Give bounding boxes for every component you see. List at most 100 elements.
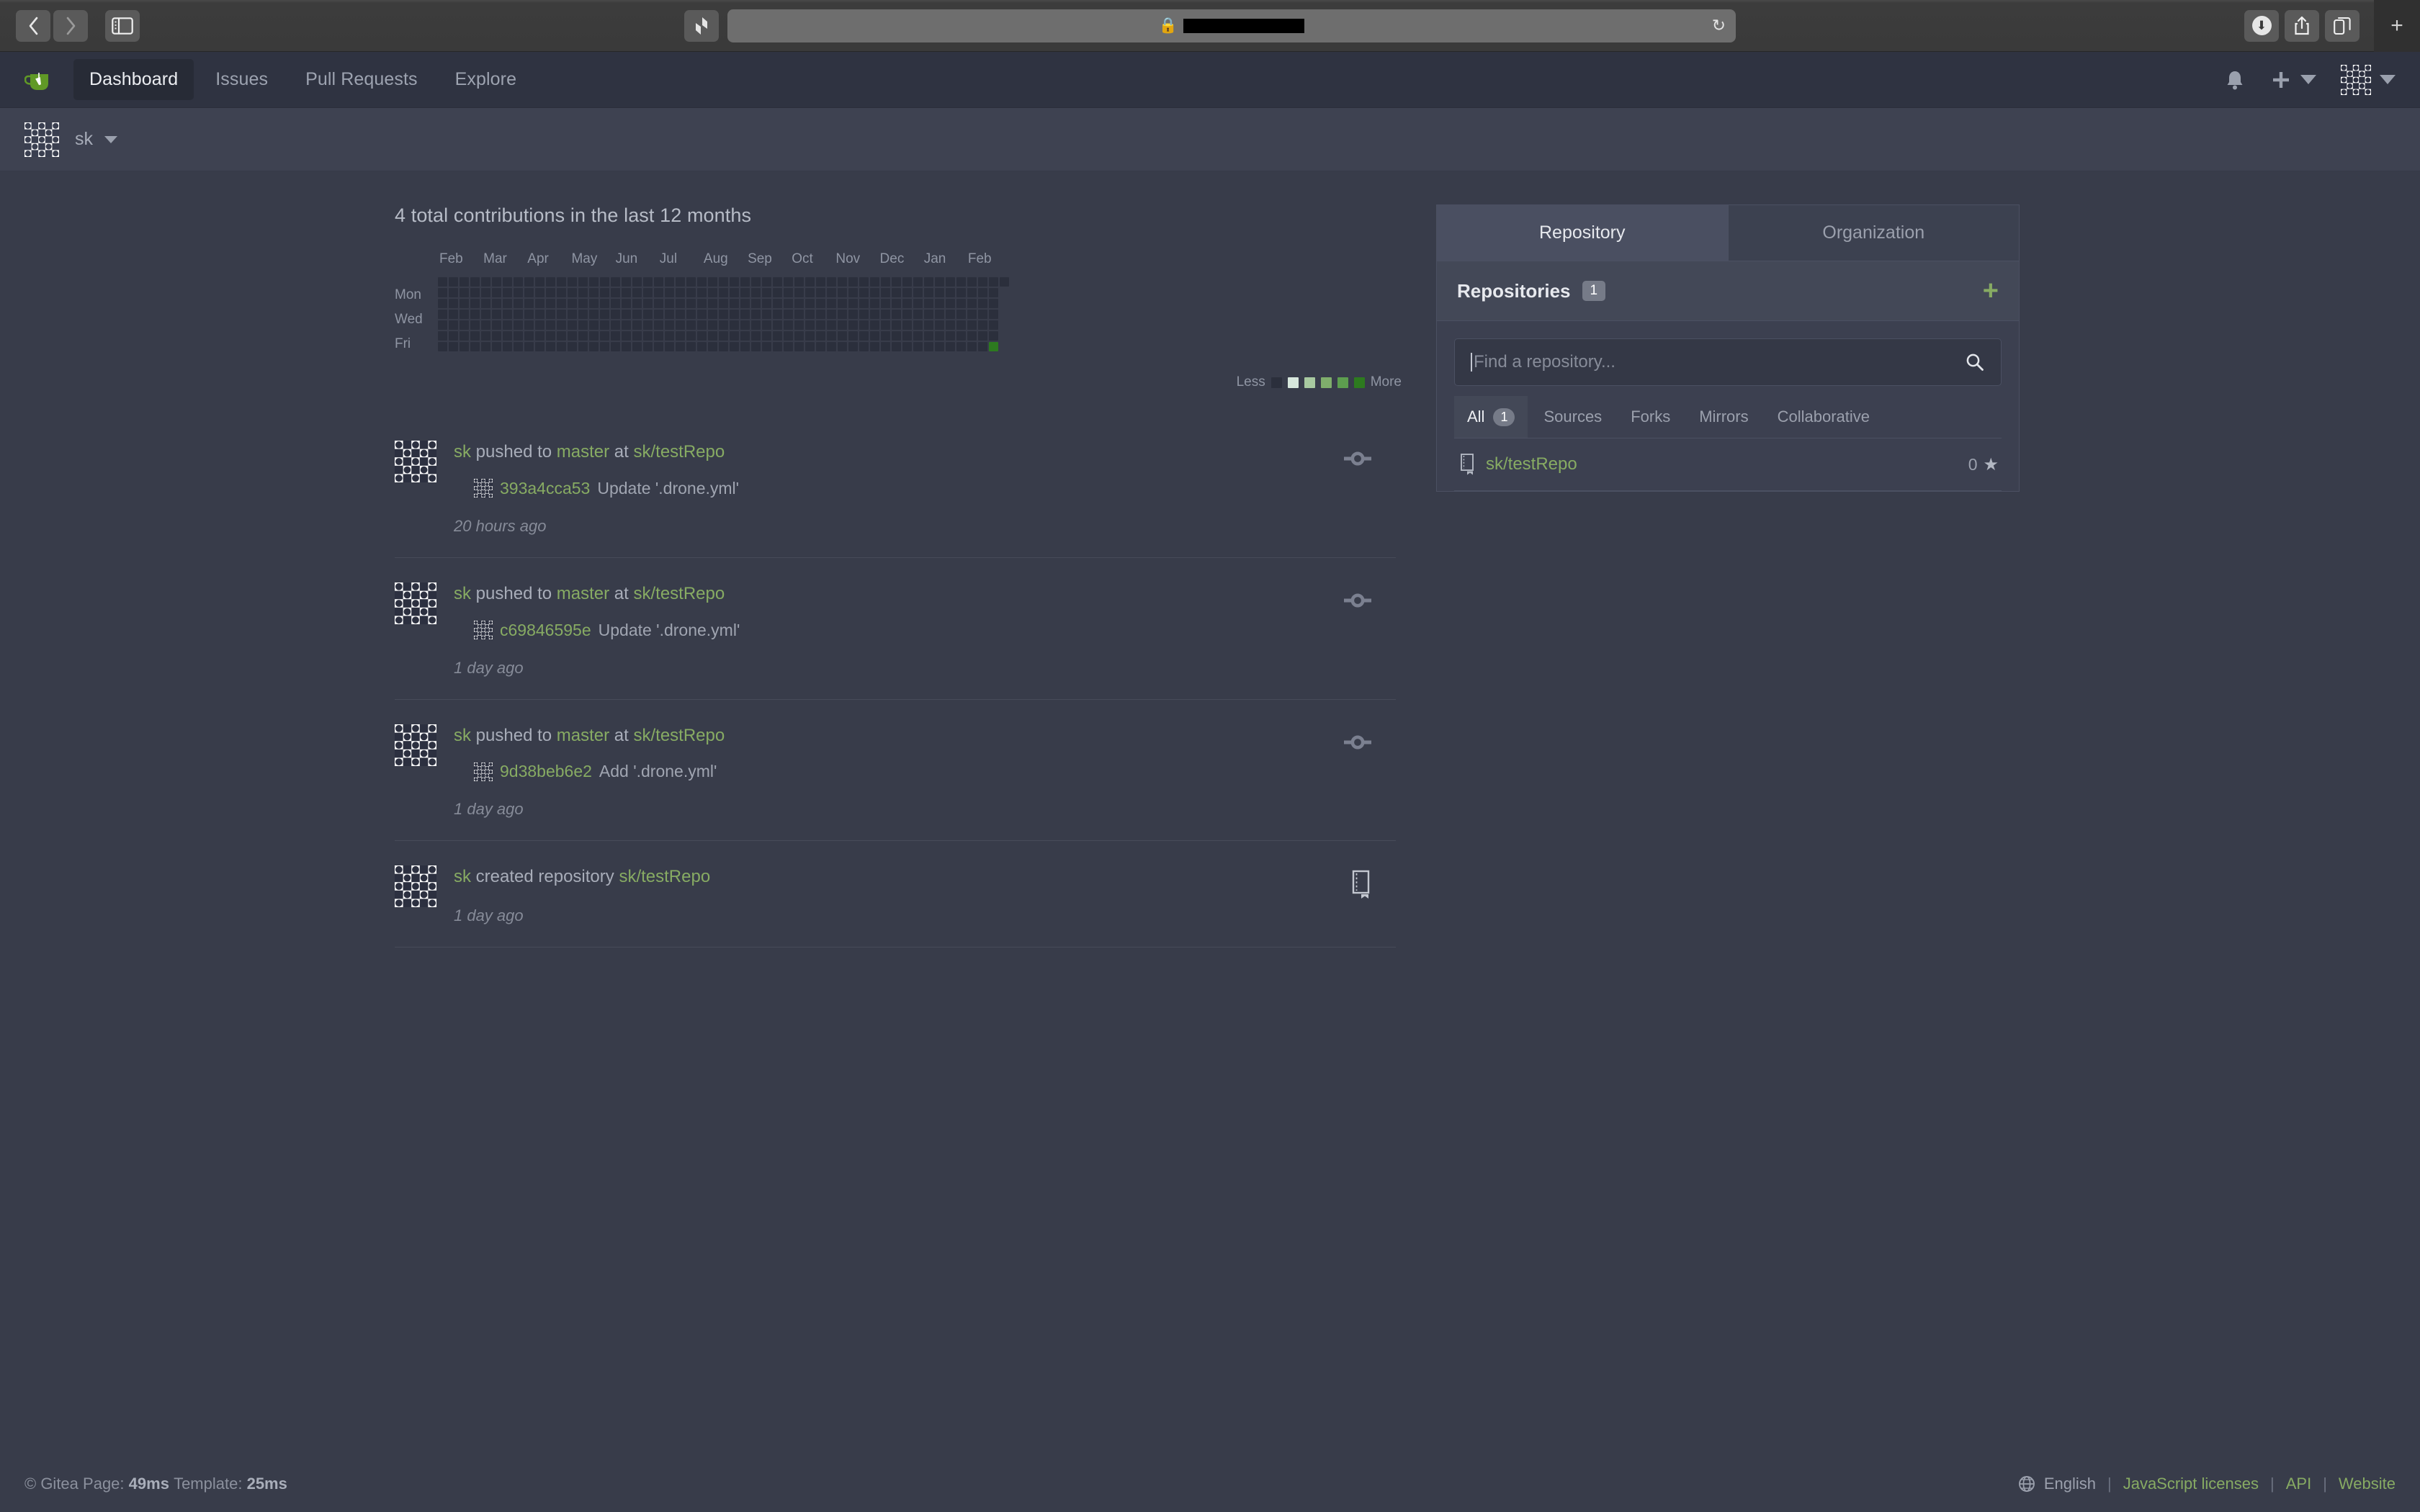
heatmap-cell[interactable] xyxy=(762,277,771,287)
heatmap-cell[interactable] xyxy=(524,342,534,351)
heatmap-cell[interactable] xyxy=(719,342,728,351)
heatmap-cell[interactable] xyxy=(848,342,858,351)
heatmap-cell[interactable] xyxy=(794,331,804,341)
heatmap-cell[interactable] xyxy=(838,277,847,287)
heatmap-cell[interactable] xyxy=(503,299,512,308)
sidebar-toggle-button[interactable] xyxy=(105,9,140,42)
heatmap-cell[interactable] xyxy=(881,331,890,341)
heatmap-cell[interactable] xyxy=(611,342,620,351)
heatmap-cell[interactable] xyxy=(438,288,447,297)
heatmap-cell[interactable] xyxy=(794,288,804,297)
heatmap-cell[interactable] xyxy=(654,320,663,330)
heatmap-cell[interactable] xyxy=(492,299,501,308)
heatmap-cell[interactable] xyxy=(1000,299,1009,308)
heatmap-cell[interactable] xyxy=(881,288,890,297)
heatmap-cell[interactable] xyxy=(708,331,717,341)
search-icon[interactable] xyxy=(1965,352,1985,372)
heatmap-cell[interactable] xyxy=(838,342,847,351)
heatmap-cell[interactable] xyxy=(762,310,771,319)
heatmap-cell[interactable] xyxy=(697,310,707,319)
heatmap-cell[interactable] xyxy=(913,310,923,319)
heatmap-cell[interactable] xyxy=(535,288,544,297)
heatmap-cell[interactable] xyxy=(935,310,944,319)
heatmap-cell[interactable] xyxy=(859,277,869,287)
notifications-button[interactable] xyxy=(2224,68,2246,91)
heatmap-cell[interactable] xyxy=(524,288,534,297)
heatmap-cell[interactable] xyxy=(460,320,469,330)
heatmap-cell[interactable] xyxy=(460,331,469,341)
heatmap-cell[interactable] xyxy=(535,342,544,351)
heatmap-cell[interactable] xyxy=(978,288,987,297)
heatmap-cell[interactable] xyxy=(784,320,793,330)
heatmap-cell[interactable] xyxy=(654,288,663,297)
heatmap-cell[interactable] xyxy=(557,331,566,341)
search-input[interactable] xyxy=(1474,352,1965,372)
heatmap-cell[interactable] xyxy=(935,288,944,297)
heatmap-cell[interactable] xyxy=(881,320,890,330)
heatmap-cell[interactable] xyxy=(859,342,869,351)
heatmap-cell[interactable] xyxy=(773,342,782,351)
heatmap-cell[interactable] xyxy=(546,320,555,330)
nav-item-pull-requests[interactable]: Pull Requests xyxy=(290,59,434,100)
heatmap-cell[interactable] xyxy=(676,310,685,319)
heatmap-cell[interactable] xyxy=(859,310,869,319)
heatmap-cell[interactable] xyxy=(956,288,966,297)
heatmap-cell[interactable] xyxy=(902,299,912,308)
heatmap-cell[interactable] xyxy=(902,331,912,341)
heatmap-cell[interactable] xyxy=(816,320,825,330)
heatmap-cell[interactable] xyxy=(676,342,685,351)
heatmap-cell[interactable] xyxy=(1000,342,1009,351)
heatmap-cell[interactable] xyxy=(578,310,588,319)
heatmap-cell[interactable] xyxy=(622,310,631,319)
heatmap-cell[interactable] xyxy=(492,331,501,341)
activity-repo-link[interactable]: sk/testRepo xyxy=(633,584,725,603)
heatmap-cell[interactable] xyxy=(470,310,480,319)
heatmap-cell[interactable] xyxy=(967,277,977,287)
heatmap-cell[interactable] xyxy=(524,277,534,287)
heatmap-cell[interactable] xyxy=(503,288,512,297)
user-menu-button[interactable] xyxy=(2341,64,2396,95)
create-menu-button[interactable] xyxy=(2270,69,2316,91)
repo-filter-all[interactable]: All 1 xyxy=(1454,396,1528,438)
commit-sha-link[interactable]: 9d38beb6e2 xyxy=(500,762,592,781)
heatmap-cell[interactable] xyxy=(546,277,555,287)
heatmap-cell[interactable] xyxy=(481,320,490,330)
heatmap-cell[interactable] xyxy=(611,320,620,330)
heatmap-cell[interactable] xyxy=(470,277,480,287)
heatmap-cell[interactable] xyxy=(946,342,955,351)
heatmap-cell[interactable] xyxy=(892,299,901,308)
heatmap-cell[interactable] xyxy=(902,288,912,297)
heatmap-cell[interactable] xyxy=(719,310,728,319)
activity-actor-link[interactable]: sk xyxy=(454,726,471,745)
heatmap-cell[interactable] xyxy=(848,299,858,308)
heatmap-cell[interactable] xyxy=(460,288,469,297)
heatmap-cell[interactable] xyxy=(881,299,890,308)
heatmap-cell[interactable] xyxy=(438,310,447,319)
heatmap-cell[interactable] xyxy=(686,310,696,319)
heatmap-cell[interactable] xyxy=(524,320,534,330)
heatmap-cell[interactable] xyxy=(870,342,879,351)
heatmap-cell[interactable] xyxy=(546,310,555,319)
heatmap-cell[interactable] xyxy=(665,320,674,330)
heatmap-cell[interactable] xyxy=(1000,320,1009,330)
heatmap-cell[interactable] xyxy=(535,310,544,319)
heatmap-cell[interactable] xyxy=(870,320,879,330)
heatmap-cell[interactable] xyxy=(654,331,663,341)
heatmap-cell[interactable] xyxy=(827,342,836,351)
heatmap-cell[interactable] xyxy=(794,342,804,351)
heatmap-cell[interactable] xyxy=(622,299,631,308)
heatmap-cell[interactable] xyxy=(719,299,728,308)
heatmap-cell[interactable] xyxy=(546,288,555,297)
heatmap-cell[interactable] xyxy=(827,331,836,341)
heatmap-cell[interactable] xyxy=(600,342,609,351)
heatmap-cell[interactable] xyxy=(622,331,631,341)
heatmap-cell[interactable] xyxy=(967,288,977,297)
activity-actor-link[interactable]: sk xyxy=(454,867,471,886)
heatmap-cell[interactable] xyxy=(589,288,599,297)
gitea-logo[interactable] xyxy=(24,66,53,94)
heatmap-cell[interactable] xyxy=(665,299,674,308)
heatmap-cell[interactable] xyxy=(568,277,577,287)
heatmap-cell[interactable] xyxy=(643,342,653,351)
heatmap-cell[interactable] xyxy=(643,299,653,308)
activity-actor-link[interactable]: sk xyxy=(454,442,471,462)
